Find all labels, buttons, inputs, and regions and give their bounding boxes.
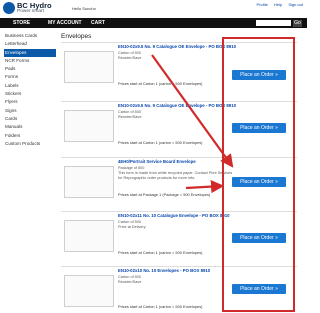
annotation-arrows (151, 54, 234, 194)
annotation-arrow (151, 54, 234, 168)
annotation-arrow (185, 180, 225, 194)
